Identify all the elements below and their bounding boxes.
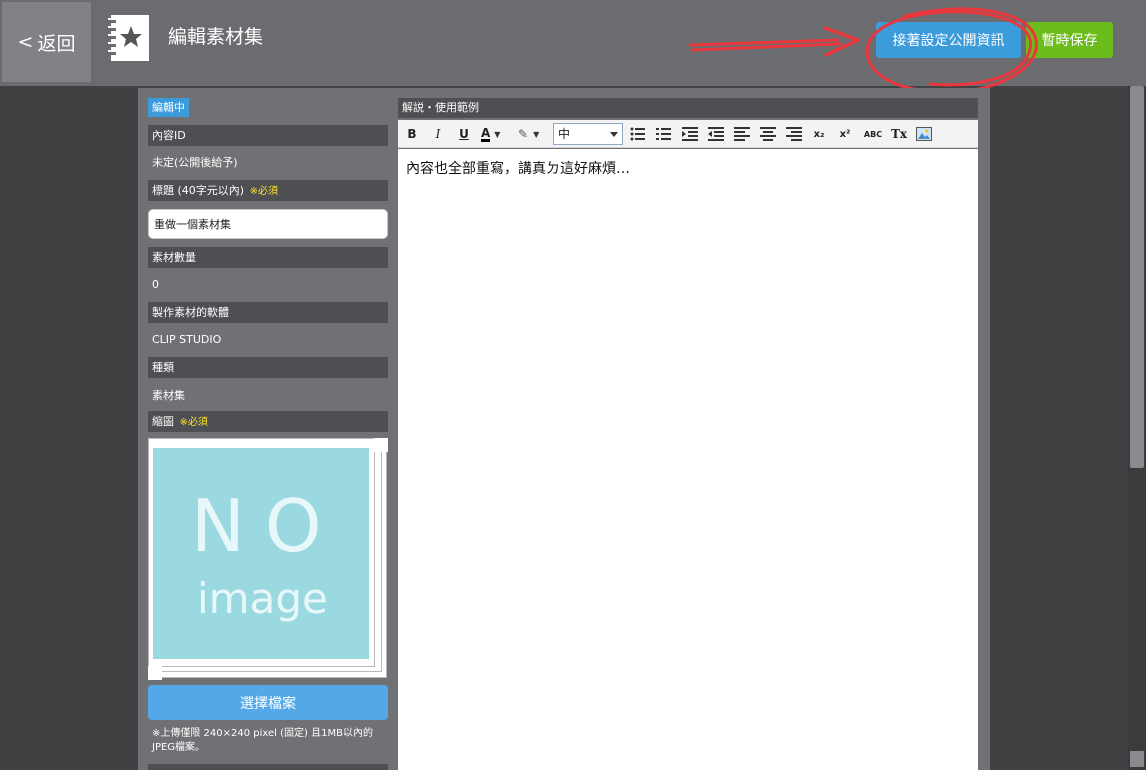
title-input[interactable] (148, 209, 388, 239)
thumbnail-label: 縮圖 (152, 415, 174, 428)
star-notebook-icon (108, 15, 149, 61)
numbered-list-icon[interactable] (655, 125, 673, 143)
chevron-down-icon (610, 132, 618, 137)
page-title: 編輯素材集 (168, 26, 264, 48)
indent-icon[interactable] (681, 125, 699, 143)
bold-button[interactable]: B (403, 125, 421, 143)
choose-file-button[interactable]: 選擇檔案 (148, 685, 388, 720)
scrollbar-thumb[interactable] (1130, 86, 1144, 468)
thumbnail-corner-top (374, 438, 388, 452)
top-header: < 返回 編輯素材集 接著設定公開資訊 暫時保存 (0, 0, 1146, 86)
back-button[interactable]: < 返回 (2, 2, 91, 82)
noimage-placeholder: NO image (153, 448, 369, 659)
align-right-icon[interactable] (785, 125, 803, 143)
clear-format-label: Tx (890, 127, 908, 141)
highlight-color-button[interactable]: ✎ ▼ (518, 125, 548, 143)
clear-format-button[interactable]: Tx (890, 125, 908, 143)
thumbnail-stack-front: NO image (148, 438, 375, 667)
required-mark: ※必須 (249, 186, 278, 197)
thumbnail-field-header: 縮圖 ※必須 (148, 411, 388, 432)
chevron-left-icon: < (17, 31, 34, 53)
thumbnail-preview[interactable]: NO image (148, 438, 389, 680)
highlighter-icon: ✎ (518, 127, 529, 141)
rich-text-toolbar: B I U A ▼ ✎ ▼ x₂ x² ABC Tx (398, 120, 978, 148)
noimage-text-top: NO (191, 484, 342, 568)
type-label: 種類 (148, 357, 388, 378)
noimage-text-bottom: image (197, 574, 328, 623)
title-label: 標題 (40字元以內) (152, 184, 245, 197)
upload-note: ※上傳僅限 240×240 pixel (固定) 且1MB以內的JPEG檔案。 (152, 728, 373, 753)
font-size-select[interactable]: 中 (553, 123, 623, 145)
material-count-value: 0 (152, 278, 159, 291)
type-value: 素材集 (152, 389, 185, 402)
temporary-save-button[interactable]: 暫時保存 (1026, 22, 1113, 58)
superscript-button[interactable]: x² (836, 125, 854, 143)
subscript-button[interactable]: x₂ (810, 125, 828, 143)
thumbnail-corner-bottom (148, 666, 162, 680)
content-id-label: 內容ID (148, 125, 388, 146)
software-value: CLIP STUDIO (152, 333, 222, 346)
outdent-icon[interactable] (707, 125, 725, 143)
highlight-dropdown-icon: ▼ (533, 129, 540, 139)
content-id-value: 未定(公開後給予) (152, 156, 238, 169)
software-label: 製作素材的軟體 (148, 302, 388, 323)
underline-button[interactable]: U (455, 125, 473, 143)
font-color-label: A (481, 125, 491, 142)
insert-image-icon[interactable] (915, 125, 933, 143)
scroll-down-arrow-icon[interactable] (1130, 751, 1144, 767)
italic-button[interactable]: I (429, 125, 447, 143)
align-left-icon[interactable] (733, 125, 751, 143)
description-label: 解説・使用範例 (398, 98, 978, 118)
title-field-header: 標題 (40字元以內) ※必須 (148, 180, 388, 201)
description-editor[interactable]: 內容也全部重寫，講真ㄉ這好麻煩… (398, 149, 978, 770)
font-color-button[interactable]: A ▼ (481, 125, 511, 143)
back-label: 返回 (37, 32, 76, 55)
font-color-dropdown-icon: ▼ (494, 129, 501, 139)
bullet-list-icon[interactable] (629, 125, 647, 143)
spellcheck-button[interactable]: ABC (862, 125, 884, 143)
font-size-value: 中 (558, 127, 571, 141)
material-count-label: 素材數量 (148, 247, 388, 268)
next-field-header (148, 764, 388, 770)
align-center-icon[interactable] (759, 125, 777, 143)
status-badge: 編輯中 (148, 98, 189, 117)
thumbnail-required-mark: ※必須 (179, 417, 208, 428)
set-public-info-button[interactable]: 接著設定公開資訊 (876, 22, 1021, 58)
